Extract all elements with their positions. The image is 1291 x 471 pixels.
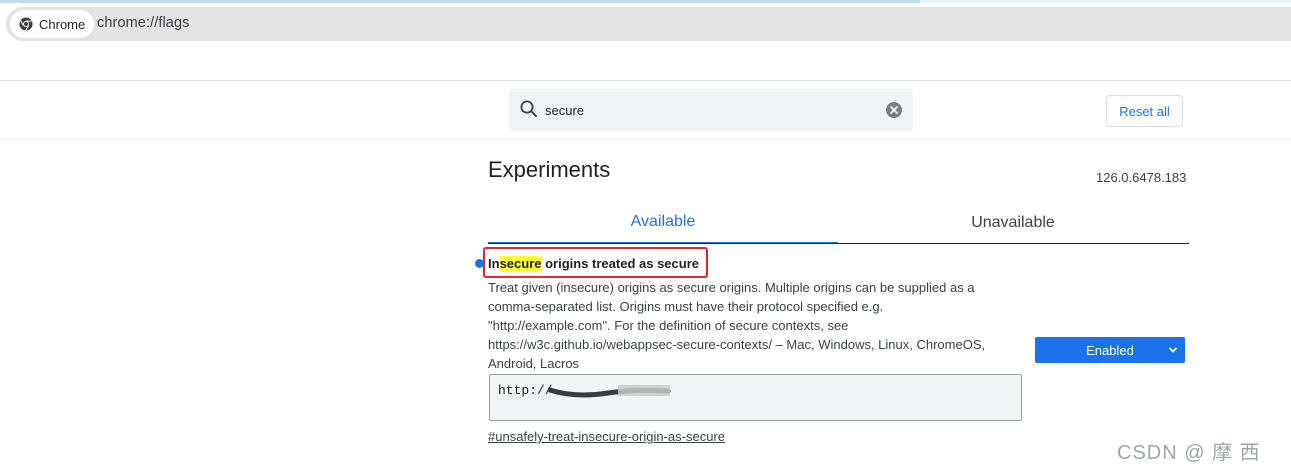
tab-unavailable[interactable]: Unavailable: [838, 202, 1188, 244]
search-box[interactable]: [509, 89, 913, 131]
chevron-down-icon: [1168, 347, 1178, 353]
tab-available-label: Available: [630, 213, 696, 230]
flag-description-line: Treat given (insecure) origins as secure…: [488, 280, 975, 295]
redaction-scribble: [548, 385, 671, 398]
chrome-logo-icon: [19, 17, 33, 31]
flag-description-line: https://w3c.github.io/webappsec-secure-c…: [488, 337, 986, 352]
chrome-origin-chip[interactable]: Chrome: [10, 10, 94, 38]
version-number: 126.0.6478.183: [1096, 170, 1187, 185]
flag-description-line: "http://example.com". For the definition…: [488, 318, 849, 333]
tab-strip-accent: [0, 0, 1291, 3]
origins-textarea-value: http://: [498, 383, 553, 398]
flag-anchor-link[interactable]: #unsafely-treat-insecure-origin-as-secur…: [488, 429, 725, 444]
tab-available[interactable]: Available: [488, 202, 838, 244]
address-bar[interactable]: Chrome chrome://flags: [6, 7, 1291, 41]
chrome-chip-label: Chrome: [39, 16, 86, 32]
reset-all-button[interactable]: Reset all: [1106, 95, 1183, 127]
toolbar-divider: [0, 80, 1291, 81]
tab-strip-accent-segment: [0, 0, 920, 3]
tab-unavailable-label: Unavailable: [971, 214, 1055, 231]
annotation-red-box: [483, 247, 708, 278]
header-divider: [0, 139, 1291, 140]
search-icon: [520, 100, 537, 117]
flag-description-line: comma-separated list. Origins must have …: [488, 299, 884, 314]
flag-description: Treat given (insecure) origins as secure…: [488, 278, 1028, 373]
flag-state-value: Enabled: [1086, 342, 1134, 358]
csdn-watermark: CSDN @ 摩 西: [1117, 442, 1261, 464]
page-title: Experiments: [488, 157, 611, 182]
search-input[interactable]: [545, 89, 875, 131]
flag-state-select[interactable]: Enabled: [1035, 337, 1185, 363]
clear-circle-x-icon[interactable]: [886, 102, 902, 118]
url-text[interactable]: chrome://flags: [97, 15, 189, 31]
flag-description-line: Android, Lacros: [488, 356, 580, 371]
tabs-underline: [488, 243, 1189, 244]
